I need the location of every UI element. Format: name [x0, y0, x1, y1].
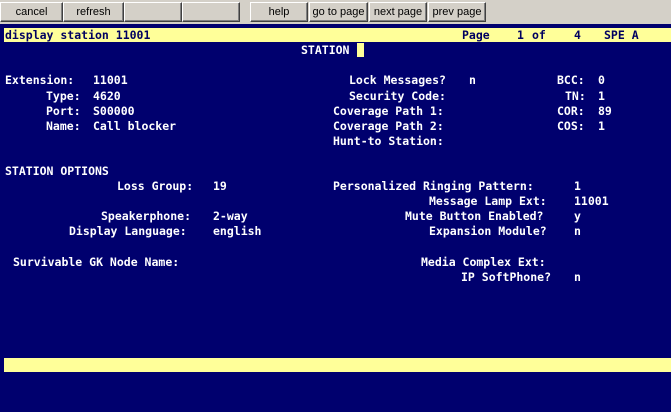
loss-group-field[interactable]: 19 [213, 179, 227, 193]
tn-field[interactable]: 1 [598, 89, 605, 103]
form-title: STATION [301, 43, 350, 57]
coverage-path-2-label: Coverage Path 2: [333, 119, 444, 133]
personalized-ringing-label: Personalized Ringing Pattern: [333, 179, 534, 193]
message-lamp-label: Message Lamp Ext: [429, 194, 547, 208]
expansion-module-field[interactable]: n [574, 224, 581, 238]
blank-button-1[interactable] [124, 2, 182, 22]
station-options-heading: STATION OPTIONS [5, 164, 109, 178]
help-button[interactable]: help [250, 2, 308, 22]
ip-softphone-field[interactable]: n [574, 270, 581, 284]
page-label: Page [462, 28, 490, 42]
cos-field[interactable]: 1 [598, 119, 605, 133]
name-field[interactable]: Call blocker [93, 119, 176, 133]
port-label: Port: [46, 104, 81, 118]
speakerphone-field[interactable]: 2-way [213, 209, 248, 223]
cor-field[interactable]: 89 [598, 104, 612, 118]
coverage-path-1-label: Coverage Path 1: [333, 104, 444, 118]
cancel-button[interactable]: cancel [0, 2, 63, 22]
bcc-label: BCC: [557, 73, 585, 87]
extension-field[interactable]: 11001 [93, 73, 128, 87]
security-code-label: Security Code: [349, 89, 446, 103]
spe-indicator: SPE A [604, 28, 639, 42]
mute-button-field[interactable]: y [574, 209, 581, 223]
mute-button-label: Mute Button Enabled? [405, 209, 544, 223]
type-label: Type: [46, 89, 81, 103]
page-current: 1 [517, 28, 524, 42]
page-of: of [532, 28, 546, 42]
next-page-button[interactable]: next page [369, 2, 427, 22]
toolbar: cancel refresh help go to page next page… [0, 0, 671, 24]
personalized-ringing-field[interactable]: 1 [574, 179, 581, 193]
blank-button-2[interactable] [182, 2, 240, 22]
media-complex-label: Media Complex Ext: [421, 255, 546, 269]
loss-group-label: Loss Group: [117, 179, 194, 193]
extension-label: Extension: [5, 73, 75, 87]
cor-label: COR: [557, 104, 585, 118]
command-text: display station 11001 [5, 28, 151, 42]
text-cursor [357, 43, 364, 57]
type-field[interactable]: 4620 [93, 89, 121, 103]
prev-page-button[interactable]: prev page [428, 2, 486, 22]
tn-label: TN: [565, 89, 586, 103]
go-to-page-button[interactable]: go to page [309, 2, 368, 22]
bcc-field[interactable]: 0 [598, 73, 605, 87]
display-language-field[interactable]: english [213, 224, 261, 238]
lock-messages-field[interactable]: n [469, 73, 476, 87]
speakerphone-label: Speakerphone: [101, 209, 192, 223]
message-lamp-field[interactable]: 11001 [574, 194, 609, 208]
expansion-module-label: Expansion Module? [429, 224, 547, 238]
ip-softphone-label: IP SoftPhone? [461, 270, 552, 284]
cos-label: COS: [557, 119, 585, 133]
name-label: Name: [46, 119, 81, 133]
hunt-to-station-label: Hunt-to Station: [333, 134, 444, 148]
terminal-screen: display station 11001 Page 1 of 4 SPE A … [0, 24, 671, 412]
port-field[interactable]: S00000 [93, 104, 135, 118]
lock-messages-label: Lock Messages? [349, 73, 446, 87]
refresh-button[interactable]: refresh [63, 2, 124, 22]
message-bar [4, 358, 671, 372]
survivable-gk-label: Survivable GK Node Name: [13, 255, 180, 269]
page-total: 4 [574, 28, 581, 42]
display-language-label: Display Language: [69, 224, 187, 238]
